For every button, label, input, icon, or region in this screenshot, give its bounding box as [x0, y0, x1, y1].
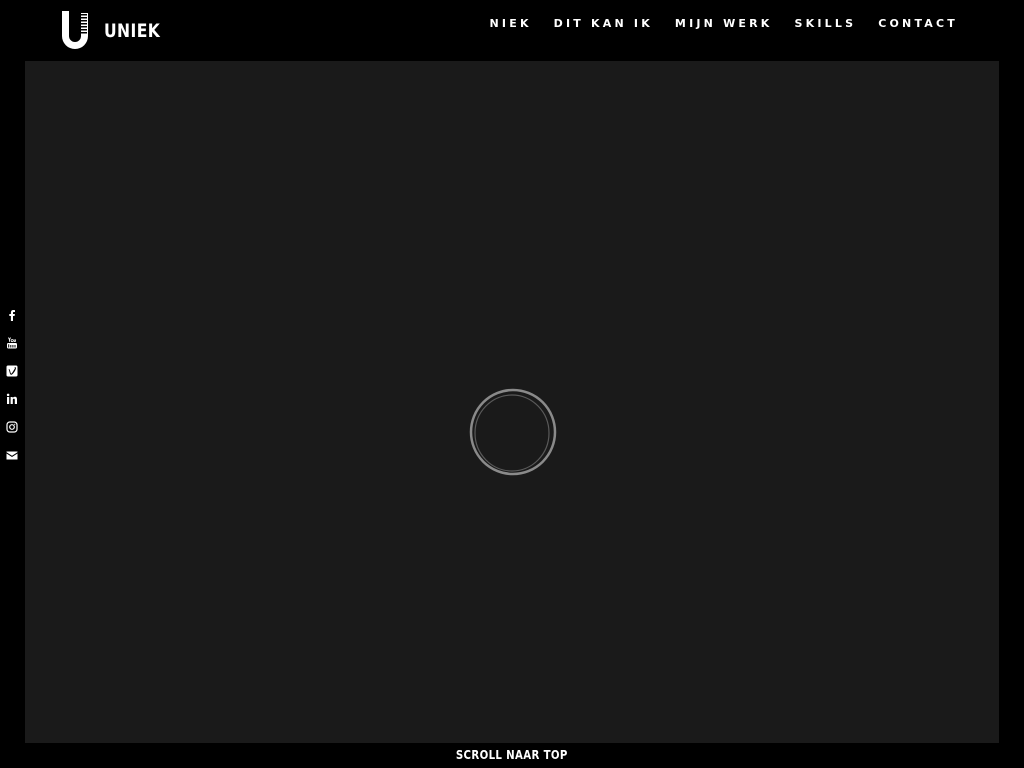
loading-spinner-icon [469, 388, 557, 476]
social-sidebar [0, 306, 24, 474]
nav-item-skills[interactable]: SKILLS [795, 17, 857, 31]
site-footer: SCROLL NAAR TOP [0, 743, 1024, 768]
nav-item-mijn-werk[interactable]: MIJN WERK [675, 17, 773, 31]
logo-mark-icon [62, 11, 88, 49]
social-link-instagram[interactable] [0, 418, 24, 446]
page: UNIEK NIEK DIT KAN IK MIJN WERK SKILLS C… [0, 0, 1024, 768]
social-link-facebook[interactable] [0, 306, 24, 334]
facebook-icon [9, 310, 15, 321]
social-link-email[interactable] [0, 446, 24, 474]
envelope-icon [6, 451, 18, 460]
instagram-icon [6, 421, 18, 433]
nav-item-contact[interactable]: CONTACT [878, 17, 958, 31]
youtube-icon [7, 337, 17, 349]
scroll-to-top-link[interactable]: SCROLL NAAR TOP [456, 743, 568, 767]
vimeo-icon [6, 365, 18, 377]
nav-item-niek[interactable]: NIEK [490, 17, 532, 31]
social-link-linkedin[interactable] [0, 390, 24, 418]
nav-item-dit-kan-ik[interactable]: DIT KAN IK [554, 17, 653, 31]
logo-text: UNIEK [104, 20, 161, 42]
main-nav: NIEK DIT KAN IK MIJN WERK SKILLS CONTACT [468, 17, 958, 31]
hero-stage [25, 61, 999, 743]
site-header: UNIEK NIEK DIT KAN IK MIJN WERK SKILLS C… [0, 0, 1024, 61]
logo-link[interactable]: UNIEK [60, 10, 173, 50]
social-link-youtube[interactable] [0, 334, 24, 362]
social-link-vimeo[interactable] [0, 362, 24, 390]
linkedin-icon [6, 393, 17, 404]
